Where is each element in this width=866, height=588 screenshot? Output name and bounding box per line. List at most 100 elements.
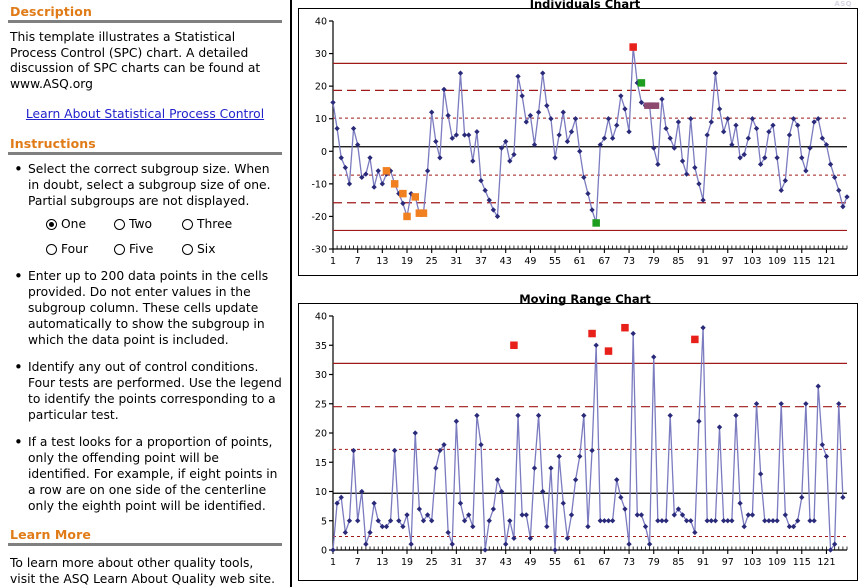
svg-text:0: 0 bbox=[321, 147, 327, 158]
svg-text:67: 67 bbox=[598, 557, 610, 568]
svg-text:73: 73 bbox=[623, 256, 635, 267]
radio-option-two[interactable]: Two bbox=[114, 217, 182, 233]
radio-label: Six bbox=[197, 241, 216, 256]
svg-text:20: 20 bbox=[315, 429, 327, 440]
svg-text:91: 91 bbox=[697, 256, 709, 267]
svg-text:43: 43 bbox=[500, 256, 512, 267]
radio-label: Five bbox=[129, 241, 154, 256]
radio-row: Four Five Six bbox=[46, 242, 282, 258]
radio-option-four[interactable]: Four bbox=[46, 242, 114, 258]
svg-text:43: 43 bbox=[500, 557, 512, 568]
svg-text:30: 30 bbox=[315, 49, 327, 60]
svg-text:7: 7 bbox=[355, 256, 361, 267]
radio-icon[interactable] bbox=[182, 219, 193, 231]
svg-text:121: 121 bbox=[817, 256, 835, 267]
svg-text:97: 97 bbox=[722, 256, 734, 267]
svg-text:55: 55 bbox=[549, 557, 561, 568]
charts-panel: ASQ Individuals Chart -30 -20 -10 0 10 20 30 40… bbox=[292, 0, 866, 587]
instructions-heading: Instructions bbox=[10, 135, 96, 151]
svg-text:20: 20 bbox=[315, 82, 327, 93]
description-section: Description This template illustrates a … bbox=[8, 4, 282, 122]
moving-range-chart-card: Moving Range Chart 0 5 10 15 20 25 30 35 40 1 7 13 1… bbox=[298, 292, 858, 581]
svg-text:-30: -30 bbox=[311, 245, 327, 256]
section-divider bbox=[8, 151, 282, 155]
individuals-chart-title: Individuals Chart bbox=[529, 0, 641, 11]
svg-text:25: 25 bbox=[426, 557, 438, 568]
sidebar: Description This template illustrates a … bbox=[0, 0, 292, 587]
learn-more-section: Learn More To learn more about other qua… bbox=[8, 527, 282, 588]
radio-option-three[interactable]: Three bbox=[182, 217, 250, 233]
svg-text:0: 0 bbox=[321, 546, 327, 557]
moving-range-chart-plot: 0 5 10 15 20 25 30 35 40 1 7 13 19 25 31 37 43 49 55 61 67 73… bbox=[315, 312, 848, 568]
svg-text:67: 67 bbox=[598, 256, 610, 267]
svg-text:19: 19 bbox=[401, 557, 413, 568]
svg-text:61: 61 bbox=[574, 256, 586, 267]
svg-text:40: 40 bbox=[315, 312, 327, 323]
svg-text:13: 13 bbox=[376, 256, 388, 267]
radio-option-six[interactable]: Six bbox=[182, 242, 250, 258]
radio-label: One bbox=[61, 216, 87, 231]
svg-text:115: 115 bbox=[793, 256, 811, 267]
instructions-section: Instructions Select the correct subgroup… bbox=[8, 136, 282, 515]
radio-label: Three bbox=[197, 216, 233, 231]
svg-text:49: 49 bbox=[524, 557, 536, 568]
svg-text:10: 10 bbox=[315, 114, 327, 125]
svg-text:103: 103 bbox=[743, 557, 761, 568]
radio-icon[interactable] bbox=[182, 244, 193, 256]
svg-text:37: 37 bbox=[475, 256, 487, 267]
svg-text:1: 1 bbox=[330, 256, 336, 267]
svg-text:79: 79 bbox=[648, 256, 660, 267]
svg-text:1: 1 bbox=[330, 557, 336, 568]
svg-text:109: 109 bbox=[768, 256, 786, 267]
radio-row: One Two Three bbox=[46, 217, 282, 233]
learn-about-spc-link[interactable]: Learn About Statistical Process Control bbox=[26, 107, 264, 121]
svg-text:73: 73 bbox=[623, 557, 635, 568]
subgroup-size-radio-group[interactable]: One Two Three Four Five Six bbox=[46, 217, 282, 258]
svg-text:49: 49 bbox=[524, 256, 536, 267]
svg-text:25: 25 bbox=[426, 256, 438, 267]
learn-more-text: To learn more about other quality tools,… bbox=[10, 555, 275, 586]
svg-text:40: 40 bbox=[315, 17, 327, 28]
svg-text:30: 30 bbox=[315, 370, 327, 381]
list-item: Identify any out of control conditions. … bbox=[8, 358, 282, 424]
svg-text:7: 7 bbox=[355, 557, 361, 568]
radio-icon[interactable] bbox=[114, 219, 125, 231]
svg-text:85: 85 bbox=[672, 557, 684, 568]
svg-text:25: 25 bbox=[315, 399, 327, 410]
svg-text:109: 109 bbox=[768, 557, 786, 568]
list-item: Select the correct subgroup size. When i… bbox=[8, 160, 282, 258]
svg-text:35: 35 bbox=[315, 341, 327, 352]
instructions-list: Select the correct subgroup size. When i… bbox=[8, 160, 282, 515]
svg-text:13: 13 bbox=[376, 557, 388, 568]
svg-text:79: 79 bbox=[648, 557, 660, 568]
moving-range-chart-title: Moving Range Chart bbox=[519, 292, 651, 306]
radio-icon[interactable] bbox=[46, 244, 57, 256]
list-item: Enter up to 200 data points in the cells… bbox=[8, 267, 282, 349]
svg-text:103: 103 bbox=[743, 256, 761, 267]
radio-option-one[interactable]: One bbox=[46, 217, 114, 233]
svg-text:97: 97 bbox=[722, 557, 734, 568]
svg-text:61: 61 bbox=[574, 557, 586, 568]
learn-more-heading: Learn More bbox=[10, 526, 91, 542]
section-divider bbox=[8, 542, 282, 546]
radio-label: Two bbox=[129, 216, 153, 231]
svg-text:10: 10 bbox=[315, 487, 327, 498]
radio-icon[interactable] bbox=[46, 219, 57, 231]
svg-text:19: 19 bbox=[401, 256, 413, 267]
svg-text:85: 85 bbox=[672, 256, 684, 267]
svg-text:55: 55 bbox=[549, 256, 561, 267]
individuals-chart-card: Individuals Chart -30 -20 -10 0 10 20 30 40 1 7 13… bbox=[298, 0, 858, 276]
svg-text:5: 5 bbox=[321, 516, 327, 527]
svg-text:91: 91 bbox=[697, 557, 709, 568]
description-heading: Description bbox=[10, 4, 92, 19]
svg-text:31: 31 bbox=[450, 557, 462, 568]
instruction-text: Select the correct subgroup size. When i… bbox=[28, 161, 271, 208]
svg-text:31: 31 bbox=[450, 256, 462, 267]
svg-text:37: 37 bbox=[475, 557, 487, 568]
radio-icon[interactable] bbox=[114, 244, 125, 256]
section-divider bbox=[8, 20, 282, 23]
list-item: If a test looks for a proportion of poin… bbox=[8, 433, 282, 515]
description-text: This template illustrates a Statistical … bbox=[10, 30, 261, 92]
svg-text:121: 121 bbox=[817, 557, 835, 568]
radio-option-five[interactable]: Five bbox=[114, 242, 182, 258]
